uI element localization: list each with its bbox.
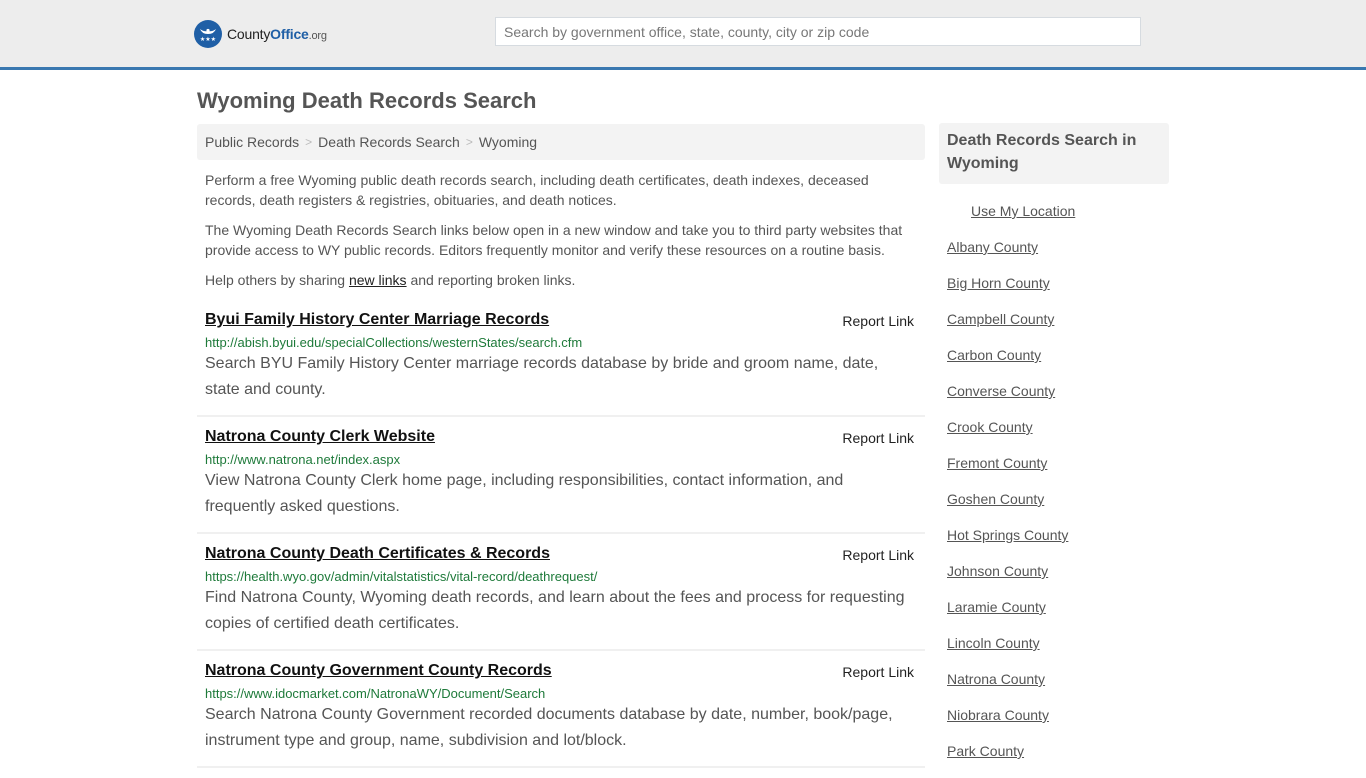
county-link-hot-springs[interactable]: Hot Springs County — [947, 526, 1169, 562]
county-link-niobrara[interactable]: Niobrara County — [947, 706, 1169, 742]
county-link-lincoln[interactable]: Lincoln County — [947, 634, 1169, 670]
result-url-link[interactable]: https://health.wyo.gov/admin/vitalstatis… — [205, 569, 917, 584]
result-url-link[interactable]: http://abish.byui.edu/specialCollections… — [205, 335, 917, 350]
county-link-converse[interactable]: Converse County — [947, 382, 1169, 418]
intro-text: Perform a free Wyoming public death reco… — [205, 170, 920, 300]
report-link-button[interactable]: Report Link — [842, 547, 914, 563]
county-link-carbon[interactable]: Carbon County — [947, 346, 1169, 382]
breadcrumb-death-records-search[interactable]: Death Records Search — [318, 134, 460, 150]
result-description: Find Natrona County, Wyoming death recor… — [205, 589, 905, 632]
breadcrumb-separator: > — [465, 135, 473, 149]
sidebar: Death Records Search in Wyoming Use My L… — [939, 123, 1169, 778]
sidebar-title: Death Records Search in Wyoming — [939, 123, 1169, 184]
page-title: Wyoming Death Records Search — [197, 88, 537, 113]
intro-paragraph-1: Perform a free Wyoming public death reco… — [205, 172, 869, 208]
result-description: View Natrona County Clerk home page, inc… — [205, 472, 844, 515]
county-link-park[interactable]: Park County — [947, 742, 1169, 778]
breadcrumb-separator: > — [305, 135, 313, 149]
search-input[interactable] — [495, 17, 1141, 46]
logo-wordmark: CountyOffice.org — [227, 26, 327, 42]
result-url-link[interactable]: http://www.natrona.net/index.aspx — [205, 452, 917, 467]
intro-paragraph-2: The Wyoming Death Records Search links b… — [205, 222, 903, 258]
results-list: Byui Family History Center Marriage Reco… — [197, 300, 925, 768]
result-description: Search BYU Family History Center marriag… — [205, 355, 879, 398]
county-link-johnson[interactable]: Johnson County — [947, 562, 1169, 598]
result-item: Natrona County Death Certificates & Reco… — [197, 534, 925, 651]
result-title-link[interactable]: Natrona County Government County Records — [205, 662, 552, 680]
county-link-campbell[interactable]: Campbell County — [947, 310, 1169, 346]
report-link-button[interactable]: Report Link — [842, 664, 914, 680]
result-title-link[interactable]: Natrona County Clerk Website — [205, 428, 435, 446]
result-title-link[interactable]: Byui Family History Center Marriage Reco… — [205, 311, 549, 329]
result-item: Natrona County Clerk Website Report Link… — [197, 417, 925, 534]
county-link-fremont[interactable]: Fremont County — [947, 454, 1169, 490]
eagle-stars-icon: ★★★ — [194, 20, 222, 48]
site-header: ★★★ CountyOffice.org — [0, 0, 1366, 70]
county-link-natrona[interactable]: Natrona County — [947, 670, 1169, 706]
result-url-link[interactable]: https://www.idocmarket.com/NatronaWY/Doc… — [205, 686, 917, 701]
intro-paragraph-3: Help others by sharing new links and rep… — [205, 272, 576, 288]
new-links-link[interactable]: new links — [349, 272, 407, 288]
county-link-laramie[interactable]: Laramie County — [947, 598, 1169, 634]
report-link-button[interactable]: Report Link — [842, 430, 914, 446]
breadcrumb: Public Records > Death Records Search > … — [197, 124, 925, 160]
result-item: Byui Family History Center Marriage Reco… — [197, 300, 925, 417]
svg-text:★★★: ★★★ — [200, 36, 216, 43]
county-link-crook[interactable]: Crook County — [947, 418, 1169, 454]
result-item: Natrona County Government County Records… — [197, 651, 925, 768]
result-description: Search Natrona County Government recorde… — [205, 706, 893, 749]
breadcrumb-public-records[interactable]: Public Records — [205, 134, 299, 150]
use-my-location-link[interactable]: Use My Location — [947, 202, 1169, 238]
result-title-link[interactable]: Natrona County Death Certificates & Reco… — [205, 545, 550, 563]
county-link-big-horn[interactable]: Big Horn County — [947, 274, 1169, 310]
county-link-albany[interactable]: Albany County — [947, 238, 1169, 274]
breadcrumb-current: Wyoming — [478, 134, 538, 150]
report-link-button[interactable]: Report Link — [842, 313, 914, 329]
county-link-goshen[interactable]: Goshen County — [947, 490, 1169, 526]
county-list: Use My Location Albany County Big Horn C… — [939, 202, 1169, 778]
site-logo[interactable]: ★★★ CountyOffice.org — [194, 20, 327, 48]
